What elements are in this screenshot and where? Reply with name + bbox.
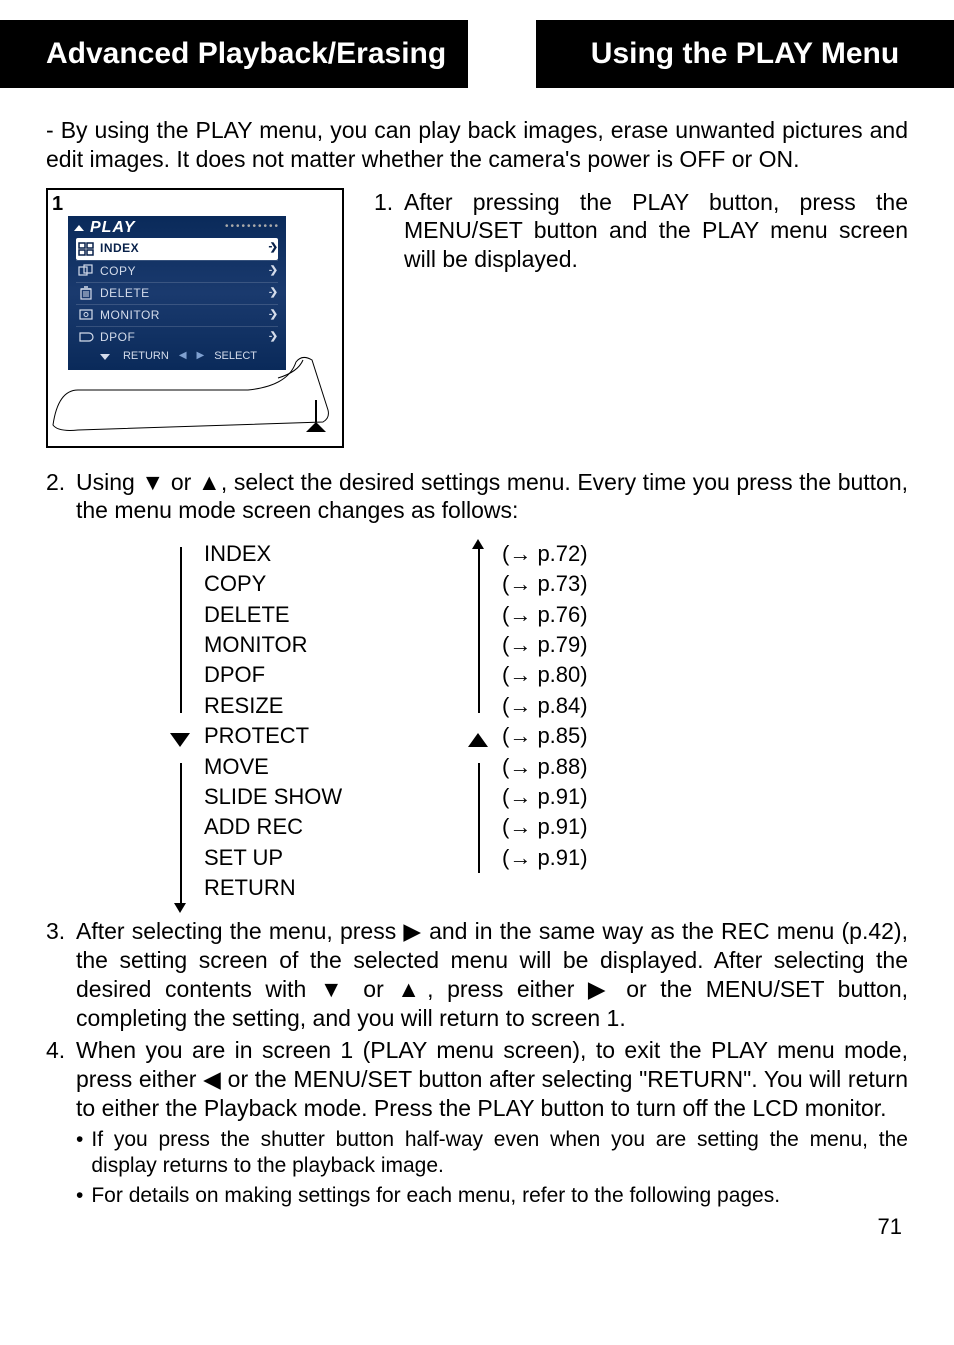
- step-4: 4. When you are in screen 1 (PLAY menu s…: [46, 1036, 908, 1122]
- menu-item-dpof[interactable]: DPOF: [76, 326, 278, 348]
- menu-item-label: DELETE: [100, 286, 262, 301]
- arrow-down-icon: [174, 903, 186, 913]
- menu-page: (→ p.91): [502, 812, 588, 842]
- chevron-icon: [268, 331, 276, 344]
- lcd-titlebar: PLAY ••••••••••: [68, 216, 286, 238]
- right-icon: ▶: [403, 918, 421, 944]
- menu-page: (→ p.91): [502, 782, 588, 812]
- menu-item-label: MONITOR: [100, 308, 262, 323]
- chevron-icon: [268, 287, 276, 300]
- lcd-title: PLAY: [90, 218, 135, 238]
- note-text: If you press the shutter button half-way…: [91, 1127, 908, 1180]
- left-arrow-column: [166, 539, 204, 903]
- intro-text: By using the PLAY menu, you can play bac…: [46, 117, 908, 172]
- step-text: After selecting the menu, press ▶ and in…: [76, 917, 908, 1032]
- down-icon: ▼: [141, 469, 164, 495]
- camera-outline-icon: [48, 350, 338, 440]
- page-number: 71: [46, 1213, 908, 1241]
- menu-page: (→ p.73): [502, 569, 588, 599]
- menu-name: RETURN: [204, 873, 464, 903]
- menu-names-column: INDEX COPY DELETE MONITOR DPOF RESIZE PR…: [204, 539, 464, 903]
- menu-pages-column: (→ p.72) (→ p.73) (→ p.76) (→ p.79) (→ p…: [502, 539, 588, 903]
- step-2: 2. Using ▼ or ▲, select the desired sett…: [46, 468, 908, 526]
- copy-icon: [78, 264, 94, 278]
- t: Using: [76, 469, 141, 495]
- dpof-icon: [78, 330, 94, 344]
- lcd-dots: ••••••••••: [141, 221, 280, 234]
- down-icon: ▼: [320, 976, 350, 1002]
- menu-page: (→ p.88): [502, 752, 588, 782]
- menu-page: (→ p.79): [502, 630, 588, 660]
- step-number: 3.: [46, 917, 76, 1032]
- up-icon: ▲: [397, 976, 427, 1002]
- menu-page: (→ p.80): [502, 660, 588, 690]
- menu-name: PROTECT: [204, 721, 464, 751]
- note-text: For details on making settings for each …: [91, 1183, 780, 1209]
- menu-page: (→ p.85): [502, 721, 588, 751]
- menu-item-monitor[interactable]: MONITOR: [76, 304, 278, 326]
- step-number: 1.: [374, 188, 404, 274]
- step-1: 1. After pressing the PLAY button, press…: [374, 188, 908, 274]
- chevron-icon: [268, 309, 276, 322]
- menu-name: ADD REC: [204, 812, 464, 842]
- play-menu-screenshot: 1 PLAY •••••••••• INDEX COPY: [46, 188, 344, 448]
- up-icon: ▲: [198, 469, 221, 495]
- menu-item-label: COPY: [100, 264, 262, 279]
- monitor-icon: [78, 308, 94, 322]
- note-1: • If you press the shutter button half-w…: [76, 1127, 908, 1180]
- delete-icon: [78, 286, 94, 300]
- header-left: Advanced Playback/Erasing: [0, 20, 468, 88]
- lcd-screen: PLAY •••••••••• INDEX COPY DELETE: [68, 216, 286, 370]
- up-arrow-icon: [74, 225, 84, 231]
- menu-name: MOVE: [204, 752, 464, 782]
- menu-item-delete[interactable]: DELETE: [76, 282, 278, 304]
- menu-name: SET UP: [204, 843, 464, 873]
- bullet-icon: •: [76, 1127, 83, 1180]
- menu-item-label: DPOF: [100, 330, 262, 345]
- menu-name: DPOF: [204, 660, 464, 690]
- chevron-icon: [268, 242, 276, 255]
- t: or: [164, 469, 198, 495]
- screenshot-number: 1: [52, 192, 63, 217]
- menu-item-label: INDEX: [100, 241, 262, 256]
- triangle-down-icon: [170, 733, 190, 747]
- step-number: 2.: [46, 468, 76, 526]
- t: After selecting the menu, press: [76, 918, 403, 944]
- header-right: Using the PLAY Menu: [536, 20, 954, 88]
- menu-name: RESIZE: [204, 691, 464, 721]
- menu-item-copy[interactable]: COPY: [76, 260, 278, 282]
- menu-item-index[interactable]: INDEX: [76, 238, 278, 260]
- menu-name: COPY: [204, 569, 464, 599]
- t: , press either: [427, 976, 588, 1002]
- menu-page: (→ p.72): [502, 539, 588, 569]
- step-text: Using ▼ or ▲, select the desired setting…: [76, 468, 908, 526]
- arrow-up-icon: [472, 539, 484, 549]
- step-3: 3. After selecting the menu, press ▶ and…: [46, 917, 908, 1032]
- bullet-icon: •: [76, 1183, 83, 1209]
- menu-name: MONITOR: [204, 630, 464, 660]
- right-icon: ▶: [588, 976, 613, 1002]
- menu-scroll-table: INDEX COPY DELETE MONITOR DPOF RESIZE PR…: [166, 539, 908, 903]
- left-icon: ◀: [203, 1066, 221, 1092]
- menu-name: SLIDE SHOW: [204, 782, 464, 812]
- index-icon: [78, 242, 94, 256]
- step-text: When you are in screen 1 (PLAY menu scre…: [76, 1036, 908, 1122]
- right-arrow-column: [464, 539, 502, 903]
- step-text: After pressing the PLAY button, press th…: [404, 188, 908, 274]
- triangle-up-icon: [468, 733, 488, 747]
- page-header: Advanced Playback/Erasing Using the PLAY…: [0, 20, 954, 88]
- chevron-icon: [268, 265, 276, 278]
- menu-name: INDEX: [204, 539, 464, 569]
- intro-paragraph: - By using the PLAY menu, you can play b…: [46, 116, 908, 174]
- t: or: [350, 976, 398, 1002]
- header-gap: [468, 20, 536, 88]
- step-number: 4.: [46, 1036, 76, 1122]
- menu-page: (→ p.91): [502, 843, 588, 873]
- menu-page: (→ p.84): [502, 691, 588, 721]
- menu-page: (→ p.76): [502, 600, 588, 630]
- note-2: • For details on making settings for eac…: [76, 1183, 908, 1209]
- menu-name: DELETE: [204, 600, 464, 630]
